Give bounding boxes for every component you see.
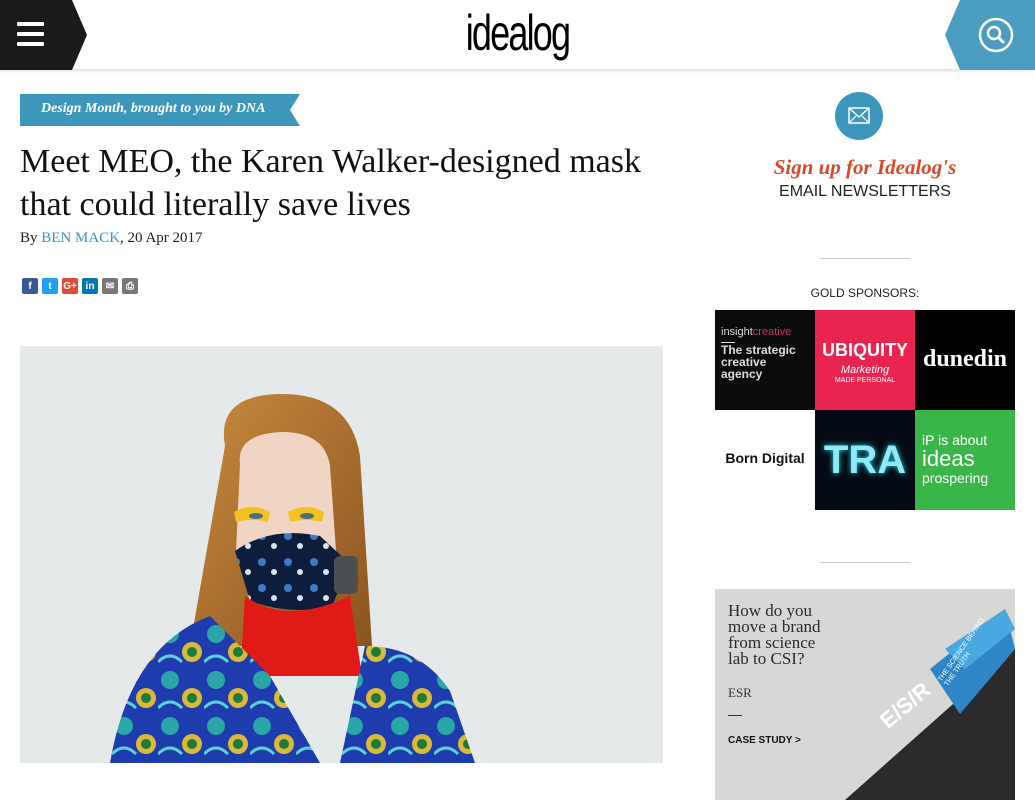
sponsor-ubiquity-tag: MADE PERSONAL [834, 377, 896, 384]
article-title: Meet MEO, the Karen Walker-designed mask… [20, 143, 641, 223]
print-share-icon[interactable]: ⎙ [122, 278, 138, 294]
sponsors-grid: insightcreative The strategic creative a… [715, 310, 1015, 510]
sponsor-ip-big: ideas [922, 446, 975, 471]
sponsor-insight-creative[interactable]: insightcreative The strategic creative a… [715, 310, 815, 410]
linkedin-share-icon[interactable]: in [82, 278, 98, 294]
ad-question: How do you move a brand from science lab… [728, 601, 821, 668]
sponsor-ip[interactable]: iP is about ideas prospering [915, 410, 1015, 510]
model-with-mask-illustration [20, 346, 663, 763]
sponsor-insight-brand-a: insight [721, 326, 753, 338]
google-plus-share-icon[interactable]: G+ [62, 278, 78, 294]
sponsor-born-digital[interactable]: Born Digital [715, 410, 815, 510]
byline-prefix: By [20, 230, 42, 246]
sponsor-ubiquity-name: UBIQUITY [821, 340, 908, 360]
sponsor-insight-brand-b: creative [752, 326, 792, 338]
envelope-icon [848, 107, 870, 124]
article-date: , 20 Apr 2017 [120, 230, 203, 246]
sponsor-ubiquity[interactable]: UBIQUITY Marketing MADE PERSONAL [815, 310, 915, 410]
hamburger-menu-icon [17, 22, 44, 52]
author-link[interactable]: BEN MACK [41, 230, 120, 246]
share-bar: f t G+ in ✉ ⎙ [22, 278, 138, 294]
sponsor-tra[interactable]: TRA [815, 410, 915, 510]
sponsors-label: GOLD SPONSORS: [810, 286, 920, 300]
menu-button-bg [0, 0, 87, 70]
search-icon [945, 0, 1035, 70]
sponsor-dunedin-name: dunedin [922, 346, 1008, 372]
site-logo[interactable]: idealog [145, 4, 890, 62]
byline: By BEN MACK, 20 Apr 2017 [20, 230, 203, 247]
newsletter-subtitle: EMAIL NEWSLETTERS [779, 183, 951, 200]
category-ribbon[interactable]: Design Month, brought to you by DNA [20, 94, 300, 126]
twitter-share-icon[interactable]: t [42, 278, 58, 294]
sponsor-dunedin[interactable]: dunedin [915, 310, 1015, 410]
ad-case-study-link[interactable]: CASE STUDY > [728, 735, 801, 746]
sidebar-divider [820, 562, 910, 563]
category-label: Design Month, brought to you by DNA [41, 101, 266, 116]
facebook-share-icon[interactable]: f [22, 278, 38, 294]
newsletter-button[interactable] [835, 92, 883, 140]
sponsor-insight-tagline: The strategic creative agency [721, 343, 796, 381]
top-bar: idealog [0, 0, 1035, 70]
sponsor-born-digital-name: Born Digital [725, 450, 805, 466]
sponsor-tra-name: TRA [823, 438, 907, 482]
email-share-icon[interactable]: ✉ [102, 278, 118, 294]
sidebar-divider [820, 258, 910, 259]
sponsor-ip-tail: prospering [922, 470, 989, 486]
hero-image [20, 346, 663, 763]
search-button[interactable] [945, 0, 1035, 70]
ad-brand: ESR [728, 685, 752, 700]
menu-button[interactable] [0, 0, 90, 70]
esr-advertisement[interactable]: How do you move a brand from science lab… [715, 589, 1015, 800]
sponsor-ubiquity-sub: Marketing [840, 364, 890, 376]
newsletter-signup-link[interactable]: Sign up for Idealog's [715, 155, 1015, 180]
